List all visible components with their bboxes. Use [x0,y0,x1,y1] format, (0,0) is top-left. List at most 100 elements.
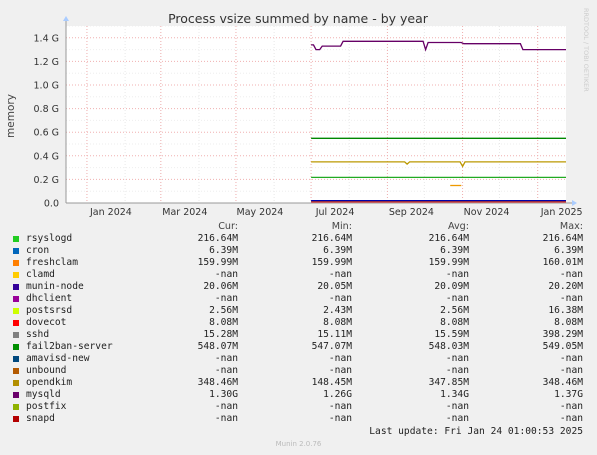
x-tick-label: Jan 2024 [89,207,132,218]
y-tick-label: 1.2 G [34,57,60,68]
legend-avg-value: 216.64M [428,233,469,244]
legend-cur-value: 15.28M [203,329,238,340]
legend-max-value: 6.39M [554,245,583,256]
legend-series-name: opendkim [26,377,73,388]
legend-avg-value: 159.99M [428,257,469,268]
legend-avg-value: 8.08M [440,317,469,328]
legend-series-name: dhclient [26,293,73,304]
legend-avg-value: -nan [445,353,469,364]
y-tick-label: 1.0 G [34,81,60,92]
legend-avg-value: 20.09M [434,281,469,292]
legend-cur-value: -nan [214,353,238,364]
legend-row-snapd: snapd -nan -nan -nan -nan [0,413,597,425]
legend-row-postsrsd: postsrsd 2.56M 2.43M 2.56M 16.38M [0,305,597,317]
legend-cur-value: 216.64M [197,233,238,244]
legend-max-value: 216.64M [542,233,583,244]
legend-avg-value: 1.34G [440,389,469,400]
header-max: Max: [559,221,583,232]
legend-header: Cur: Min: Avg: Max: [0,221,597,233]
legend-series-name: freshclam [26,257,78,268]
header-avg: Avg: [447,221,469,232]
legend-row-dovecot: dovecot 8.08M 8.08M 8.08M 8.08M [0,317,597,329]
munin-version: Munin 2.0.76 [275,440,322,448]
legend-swatch [13,272,19,278]
x-tick-label: Jul 2024 [315,207,355,218]
header-min: Min: [331,221,352,232]
legend-min-value: -nan [328,401,352,412]
legend-series-name: unbound [26,365,67,376]
legend-series-name: amavisd-new [26,353,90,364]
legend-series-name: mysqld [26,389,61,400]
legend-min-value: 1.26G [323,389,352,400]
legend-series-name: rsyslogd [26,233,73,244]
legend-row-freshclam: freshclam 159.99M 159.99M 159.99M 160.01M [0,257,597,269]
legend-avg-value: 548.03M [428,341,469,352]
legend-min-value: -nan [328,293,352,304]
chart-title: Process vsize summed by name - by year [168,11,429,26]
legend-min-value: 216.64M [311,233,352,244]
legend-series-name: dovecot [26,317,67,328]
header-cur: Cur: [218,221,238,232]
x-tick-label: May 2024 [237,207,284,218]
legend-series-name: postfix [26,401,67,412]
y-axis-arrow [63,16,69,21]
legend-cur-value: -nan [214,365,238,376]
legend-cur-value: 8.08M [209,317,238,328]
legend-max-value: 160.01M [542,257,583,268]
legend-row-rsyslogd: rsyslogd 216.64M 216.64M 216.64M 216.64M [0,233,597,245]
legend-swatch [13,320,19,326]
legend-max-value: -nan [559,401,583,412]
legend-cur-value: -nan [214,401,238,412]
x-tick-label: Sep 2024 [389,207,434,218]
legend-series-name: munin-node [26,281,84,292]
legend-max-value: -nan [559,413,583,424]
legend-avg-value: 2.56M [440,305,469,316]
legend-min-value: -nan [328,413,352,424]
legend-row-cron: cron 6.39M 6.39M 6.39M 6.39M [0,245,597,257]
y-tick-label: 0.6 G [34,128,60,139]
x-axis-arrow [572,200,577,206]
legend-swatch [13,368,19,374]
legend-min-value: 15.11M [317,329,352,340]
legend-cur-value: 348.46M [197,377,238,388]
legend-max-value: 8.08M [554,317,583,328]
legend-avg-value: 15.59M [434,329,469,340]
legend-min-value: 2.43M [323,305,352,316]
legend-row-unbound: unbound -nan -nan -nan -nan [0,365,597,377]
legend-swatch [13,344,19,350]
legend-max-value: 1.37G [554,389,583,400]
legend-cur-value: 1.30G [209,389,238,400]
y-tick-label: 0.0 [44,199,59,210]
legend-series-name: fail2ban-server [26,341,113,352]
legend-max-value: -nan [559,269,583,280]
y-tick-label: 0.4 G [34,151,60,162]
legend-cur-value: 548.07M [197,341,238,352]
legend-row-amavisd-new: amavisd-new -nan -nan -nan -nan [0,353,597,365]
legend-swatch [13,248,19,254]
legend-max-value: -nan [559,365,583,376]
legend-series-name: postsrsd [26,305,73,316]
legend-avg-value: -nan [445,269,469,280]
legend-row-dhclient: dhclient -nan -nan -nan -nan [0,293,597,305]
legend-avg-value: -nan [445,365,469,376]
legend-max-value: 20.20M [548,281,583,292]
legend-row-fail2ban-server: fail2ban-server 548.07M 547.07M 548.03M 549.… [0,341,597,353]
y-tick-label: 0.8 G [34,104,60,115]
last-update: Last update: Fri Jan 24 01:00:53 2025 [369,426,583,437]
legend-max-value: 16.38M [548,305,583,316]
legend-cur-value: -nan [214,269,238,280]
y-tick-label: 0.2 G [34,175,60,186]
legend-row-mysqld: mysqld 1.30G 1.26G 1.34G 1.37G [0,389,597,401]
legend-max-value: 348.46M [542,377,583,388]
legend-min-value: 148.45M [311,377,352,388]
legend-max-value: -nan [559,293,583,304]
plot-background [66,26,566,203]
legend-row-postfix: postfix -nan -nan -nan -nan [0,401,597,413]
legend-swatch [13,296,19,302]
legend-avg-value: -nan [445,413,469,424]
legend-max-value: -nan [559,353,583,364]
legend-swatch [13,332,19,338]
legend-cur-value: 20.06M [203,281,238,292]
legend-avg-value: 347.85M [428,377,469,388]
y-tick-label: 1.4 G [34,33,60,44]
